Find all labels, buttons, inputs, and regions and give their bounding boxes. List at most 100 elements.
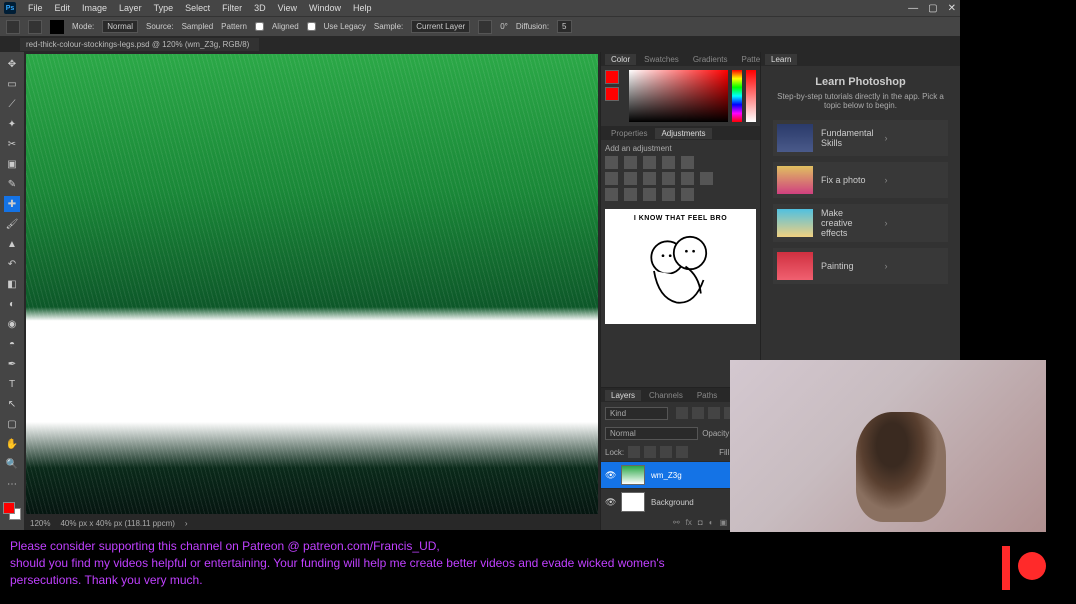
bw-adj-icon[interactable] <box>643 172 656 185</box>
tool-preset-icon[interactable] <box>6 20 20 34</box>
visibility-icon[interactable]: 👁 <box>605 470 615 481</box>
mode-dropdown[interactable]: Normal <box>102 20 138 33</box>
frame-tool-icon[interactable]: ▣ <box>4 156 20 172</box>
curves-adj-icon[interactable] <box>643 156 656 169</box>
threshold-adj-icon[interactable] <box>643 188 656 201</box>
learn-item-effects[interactable]: Make creative effects › <box>773 204 948 242</box>
type-tool-icon[interactable]: T <box>4 376 20 392</box>
menu-layer[interactable]: Layer <box>119 3 142 13</box>
tab-channels[interactable]: Channels <box>643 390 689 401</box>
link-layer-icon[interactable]: ⚯ <box>673 518 680 527</box>
foreground-color-swatch[interactable] <box>3 502 15 514</box>
eraser-tool-icon[interactable]: ◧ <box>4 276 20 292</box>
document-canvas[interactable] <box>26 54 598 514</box>
color-field[interactable] <box>629 70 728 122</box>
crop-tool-icon[interactable]: ✂ <box>4 136 20 152</box>
layer-thumbnail[interactable] <box>621 492 645 512</box>
menu-edit[interactable]: Edit <box>55 3 71 13</box>
lock-image-icon[interactable] <box>644 446 656 458</box>
tab-adjustments[interactable]: Adjustments <box>655 128 711 139</box>
tab-paths[interactable]: Paths <box>691 390 723 401</box>
tab-properties[interactable]: Properties <box>605 128 653 139</box>
stamp-tool-icon[interactable]: ▲ <box>4 236 20 252</box>
lock-pos-icon[interactable] <box>660 446 672 458</box>
layer-name[interactable]: wm_Z3g <box>651 471 682 480</box>
status-chevron-icon[interactable]: › <box>185 519 188 528</box>
colorbalance-adj-icon[interactable] <box>624 172 637 185</box>
menu-image[interactable]: Image <box>82 3 107 13</box>
blend-mode-dropdown[interactable]: Normal <box>605 427 698 440</box>
minimize-icon[interactable]: — <box>908 3 918 14</box>
menu-select[interactable]: Select <box>185 3 210 13</box>
learn-item-painting[interactable]: Painting › <box>773 248 948 284</box>
learn-item-fix[interactable]: Fix a photo › <box>773 162 948 198</box>
filter-type-icon[interactable] <box>708 407 720 419</box>
diffusion-value[interactable]: 5 <box>557 20 571 33</box>
levels-adj-icon[interactable] <box>624 156 637 169</box>
shape-tool-icon[interactable]: ▢ <box>4 416 20 432</box>
tab-learn[interactable]: Learn <box>765 54 797 65</box>
brush-swatch[interactable] <box>50 20 64 34</box>
layer-filter-kind[interactable]: Kind <box>605 407 668 420</box>
path-tool-icon[interactable]: ↖ <box>4 396 20 412</box>
mixer-adj-icon[interactable] <box>681 172 694 185</box>
menu-help[interactable]: Help <box>353 3 372 13</box>
menu-type[interactable]: Type <box>154 3 174 13</box>
filter-pixel-icon[interactable] <box>676 407 688 419</box>
menu-window[interactable]: Window <box>309 3 341 13</box>
lock-all-icon[interactable] <box>676 446 688 458</box>
layer-name[interactable]: Background <box>651 498 694 507</box>
menu-file[interactable]: File <box>28 3 43 13</box>
selective-adj-icon[interactable] <box>681 188 694 201</box>
photofilter-adj-icon[interactable] <box>662 172 675 185</box>
tab-color[interactable]: Color <box>605 54 636 65</box>
pen-tool-icon[interactable]: ✒ <box>4 356 20 372</box>
maximize-icon[interactable]: ▢ <box>928 3 937 14</box>
move-tool-icon[interactable]: ✥ <box>4 56 20 72</box>
hue-adj-icon[interactable] <box>605 172 618 185</box>
visibility-icon[interactable]: 👁 <box>605 497 615 508</box>
pressure-icon[interactable] <box>478 20 492 34</box>
edit-toolbar-icon[interactable]: ⋯ <box>4 476 20 492</box>
blur-tool-icon[interactable]: ◉ <box>4 316 20 332</box>
tab-layers[interactable]: Layers <box>605 390 641 401</box>
document-tab[interactable]: red-thick-colour-stockings-legs.psd @ 12… <box>20 38 259 51</box>
tab-gradients[interactable]: Gradients <box>687 54 734 65</box>
brush-tool-icon[interactable]: 🖌 <box>4 216 20 232</box>
angle-value[interactable]: 0° <box>500 22 508 31</box>
marquee-tool-icon[interactable]: ▭ <box>4 76 20 92</box>
vibrance-adj-icon[interactable] <box>681 156 694 169</box>
tab-swatches[interactable]: Swatches <box>638 54 685 65</box>
learn-item-fundamentals[interactable]: Fundamental Skills › <box>773 120 948 156</box>
color-swatches[interactable] <box>3 502 21 520</box>
eyedropper-tool-icon[interactable]: ✎ <box>4 176 20 192</box>
healing-brush-tool-icon[interactable]: ✚ <box>4 196 20 212</box>
layer-thumbnail[interactable] <box>621 465 645 485</box>
exposure-adj-icon[interactable] <box>662 156 675 169</box>
alpha-slider[interactable] <box>746 70 756 122</box>
dodge-tool-icon[interactable]: ◓ <box>4 336 20 352</box>
picker-bg-swatch[interactable] <box>605 87 619 101</box>
brightness-adj-icon[interactable] <box>605 156 618 169</box>
legacy-checkbox[interactable] <box>307 22 316 31</box>
hand-tool-icon[interactable]: ✋ <box>4 436 20 452</box>
filter-adj-icon[interactable] <box>692 407 704 419</box>
zoom-level[interactable]: 120% <box>30 519 50 528</box>
picker-fg-swatch[interactable] <box>605 70 619 84</box>
lock-trans-icon[interactable] <box>628 446 640 458</box>
source-sampled[interactable]: Sampled <box>182 22 214 31</box>
zoom-tool-icon[interactable]: 🔍 <box>4 456 20 472</box>
gradientmap-adj-icon[interactable] <box>662 188 675 201</box>
document-info[interactable]: 40% px x 40% px (118.11 ppcm) <box>60 519 174 528</box>
source-pattern[interactable]: Pattern <box>221 22 247 31</box>
adj-layer-icon[interactable]: ◐ <box>709 518 714 527</box>
wand-tool-icon[interactable]: ✦ <box>4 116 20 132</box>
fx-icon[interactable]: fx <box>686 518 692 527</box>
invert-adj-icon[interactable] <box>605 188 618 201</box>
group-icon[interactable]: ▣ <box>720 518 728 527</box>
brush-preset-icon[interactable] <box>28 20 42 34</box>
aligned-checkbox[interactable] <box>255 22 264 31</box>
gradient-tool-icon[interactable]: ◐ <box>4 296 20 312</box>
hue-slider[interactable] <box>732 70 742 122</box>
menu-filter[interactable]: Filter <box>222 3 242 13</box>
